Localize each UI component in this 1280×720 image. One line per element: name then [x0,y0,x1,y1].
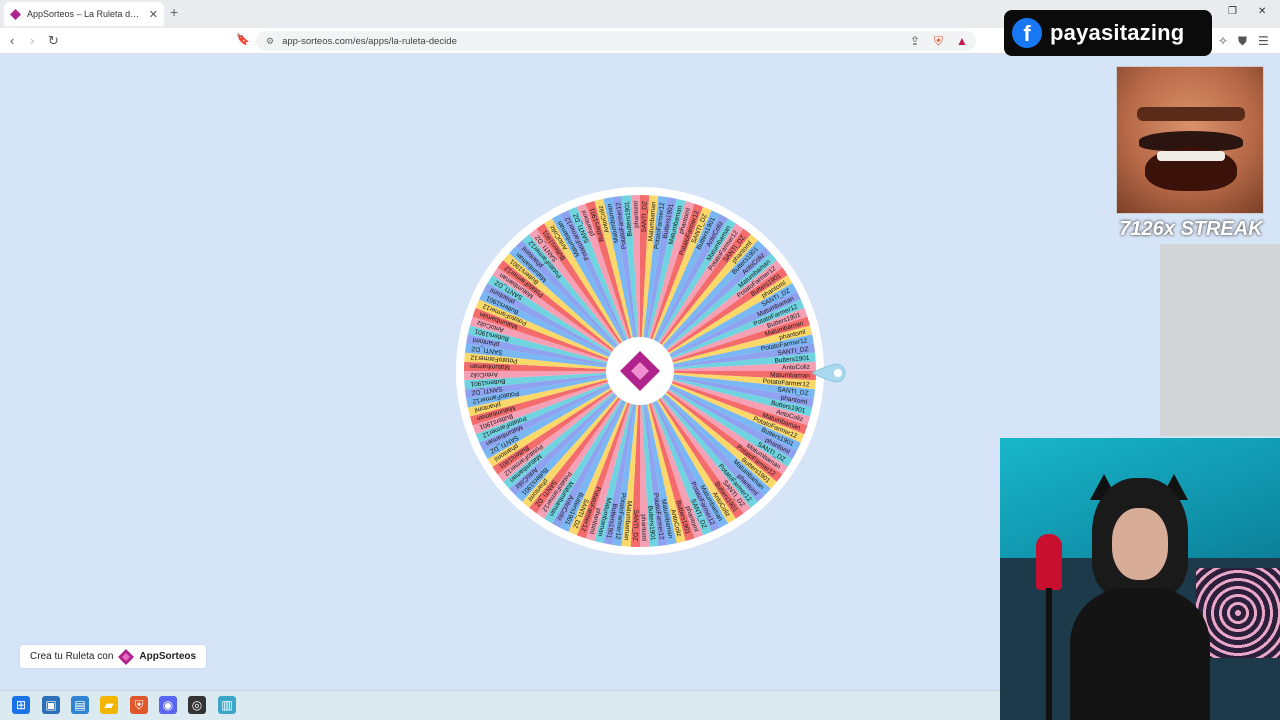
facebook-username: payasitazing [1050,20,1185,45]
cta-text: Crea tu Ruleta con [30,651,114,662]
appsorteos-logo-icon [118,648,135,665]
restore-icon[interactable]: ❐ [1228,6,1237,17]
roulette-wheel[interactable]: Matumbaman PotatoFarmer12 SANTI_DZ phantoml… [456,187,824,555]
tab-title: AppSorteos – La Ruleta de la Su [27,9,143,19]
close-window-icon[interactable]: ✕ [1258,6,1266,17]
streak-counter: 7126x STREAK [1119,218,1263,240]
brand-name: AppSorteos [139,651,197,662]
file-explorer-icon[interactable]: ▰ [100,696,118,714]
close-tab-icon[interactable]: ✕ [149,8,158,21]
bookmark-icon[interactable]: 🔖 [236,33,250,46]
share-icon[interactable]: ⇪ [910,34,920,48]
windows-start-icon[interactable]: ⊞ [12,696,30,714]
facebook-badge: f payasitazing [1004,10,1212,56]
brave-shield-icon[interactable]: ⛨ [934,34,943,49]
wheel-entry-label: phantoml [640,514,648,541]
wheel-pointer-icon [812,363,846,383]
vpn-icon[interactable]: ⛊ [1238,34,1247,49]
wheel-graphic[interactable]: MatumbamanPotatoFarmer12SANTI_DZphantoml… [456,187,824,555]
meme-face-image [1116,66,1264,214]
widgets-icon[interactable]: ▤ [71,696,89,714]
brave-browser-icon[interactable]: ⛨ [130,696,148,714]
wheel-entry-label: AntoColiz [470,371,498,379]
obs-icon[interactable]: ◎ [188,696,206,714]
address-bar[interactable]: ⚙ app-sorteos.com/es/apps/la-ruleta-deci… [256,31,976,51]
new-tab-button[interactable]: + [170,4,178,20]
menu-icon[interactable]: ☰ [1258,34,1269,48]
url-text: app-sorteos.com/es/apps/la-ruleta-decide [282,35,457,47]
notepad-icon[interactable]: ▥ [218,696,236,714]
reload-icon[interactable]: ↻ [48,33,59,49]
appsorteos-favicon-icon [10,8,21,20]
forward-icon[interactable]: › [30,33,34,48]
site-info-icon[interactable]: ⚙ [266,36,274,47]
facebook-icon: f [1012,18,1042,48]
wheel-entry-label: AntoColiz [782,364,810,372]
discord-icon[interactable]: ◉ [159,696,177,714]
create-wheel-link[interactable]: Crea tu Ruleta con AppSorteos [20,645,207,668]
task-view-icon[interactable]: ▣ [42,696,60,714]
browser-tab[interactable]: AppSorteos – La Ruleta de la Su ✕ [4,2,164,26]
webcam-feed [1000,438,1280,720]
taskbar: ⊞ ▣ ▤ ▰ ⛨ ◉ ◎ ▥ [0,690,1000,720]
brave-rewards-icon[interactable]: ▲ [956,34,968,48]
back-icon[interactable]: ‹ [10,33,14,48]
overlay-panel [1160,244,1280,436]
leo-ai-icon[interactable]: ✧ [1218,34,1228,48]
wheel-entry-label: phantoml [633,200,641,227]
